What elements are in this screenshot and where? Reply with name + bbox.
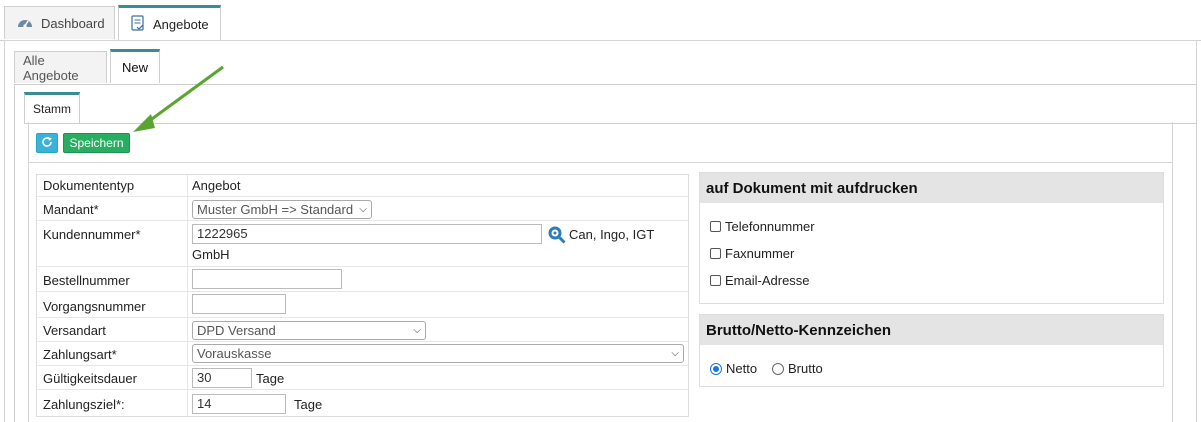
label-zahlungsziel: Zahlungsziel*: — [43, 397, 125, 412]
dashboard-gauge-icon — [17, 15, 33, 32]
row-vorgangsnummer: Vorgangsnummer — [37, 292, 688, 318]
print-options-panel: auf Dokument mit aufdrucken Telefonnumme… — [699, 172, 1164, 304]
row-mandant: Mandant* Muster GmbH => Standard ⌵ — [37, 197, 688, 221]
checkbox-email-adresse-label: Email-Adresse — [725, 273, 810, 288]
bestellnummer-input[interactable] — [192, 269, 342, 289]
radio-brutto[interactable]: Brutto — [772, 361, 823, 376]
search-lookup-icon[interactable] — [547, 225, 566, 247]
checkbox-telefonnummer[interactable]: Telefonnummer — [710, 219, 815, 234]
versandart-select-value: DPD Versand — [197, 323, 276, 338]
chevron-down-icon: ⌵ — [413, 325, 421, 336]
refresh-icon — [41, 135, 53, 151]
label-kundennummer: Kundennummer* — [43, 227, 141, 242]
checkbox-box[interactable] — [710, 221, 721, 232]
label-gueltigkeitsdauer: Gültigkeitsdauer — [43, 371, 137, 386]
row-zahlungsziel: Zahlungsziel*: 14 Tage — [37, 390, 688, 416]
label-versandart: Versandart — [43, 323, 106, 338]
radio-brutto-label: Brutto — [788, 361, 823, 376]
zahlungsart-select-value: Vorauskasse — [197, 346, 272, 361]
row-kundennummer: Kundennummer* 1222965 Can, Ingo, IGT Gmb… — [37, 221, 688, 267]
zahlungsziel-unit: Tage — [294, 397, 323, 412]
checkbox-email-adresse[interactable]: Email-Adresse — [710, 273, 810, 288]
checkbox-faxnummer[interactable]: Faxnummer — [710, 246, 794, 261]
save-button[interactable]: Speichern — [63, 133, 130, 153]
tab-alle-angebote-label: Alle Angebote — [23, 52, 79, 83]
versandart-select[interactable]: DPD Versand ⌵ — [192, 321, 426, 340]
label-mandant: Mandant* — [43, 202, 99, 217]
radio-netto-label: Netto — [726, 361, 758, 376]
customer-name-line2: GmbH — [192, 247, 230, 262]
column-divider — [187, 175, 188, 416]
row-gueltigkeitsdauer: Gültigkeitsdauer 30 Tage — [37, 366, 688, 390]
checkbox-box[interactable] — [710, 275, 721, 286]
refresh-button[interactable] — [36, 133, 58, 153]
row-versandart: Versandart DPD Versand ⌵ — [37, 318, 688, 342]
radio-button[interactable] — [772, 362, 784, 375]
tab-angebote[interactable]: Angebote — [118, 5, 221, 40]
row-dokumententyp: Dokumententyp Angebot — [37, 175, 688, 197]
tab-dashboard[interactable]: Dashboard — [4, 6, 115, 39]
radio-button[interactable] — [710, 362, 722, 375]
label-dokumententyp: Dokumententyp — [43, 178, 135, 193]
brutto-netto-title: Brutto/Netto-Kennzeichen — [700, 315, 1163, 345]
tab-stamm-label: Stamm — [33, 102, 72, 116]
value-dokumententyp: Angebot — [192, 178, 241, 193]
brutto-netto-panel: Brutto/Netto-Kennzeichen Netto Brutto — [699, 314, 1164, 387]
vorgangsnummer-input[interactable] — [192, 294, 286, 314]
kundennummer-input[interactable]: 1222965 — [192, 224, 542, 244]
checkbox-faxnummer-label: Faxnummer — [725, 246, 795, 261]
annotation-arrow-icon — [133, 65, 224, 132]
tab-dashboard-label: Dashboard — [41, 15, 105, 31]
tab-stamm[interactable]: Stamm — [24, 92, 81, 123]
mandant-select[interactable]: Muster GmbH => Standard ⌵ — [192, 200, 372, 219]
zahlungsziel-input[interactable]: 14 — [192, 394, 286, 414]
gueltigkeitsdauer-unit: Tage — [256, 371, 285, 386]
customer-name-line1: Can, Ingo, IGT — [569, 227, 655, 242]
chevron-down-icon: ⌵ — [671, 348, 679, 359]
checkbox-telefonnummer-label: Telefonnummer — [725, 219, 815, 234]
zahlungsart-select[interactable]: Vorauskasse ⌵ — [192, 344, 684, 363]
print-options-title: auf Dokument mit aufdrucken — [700, 173, 1163, 203]
document-form-table: Dokumententyp Angebot Mandant* Muster Gm… — [36, 174, 689, 417]
main-tab-bar: Dashboard Angebote — [0, 5, 1201, 41]
mandant-select-value: Muster GmbH => Standard — [197, 202, 354, 217]
gueltigkeitsdauer-input[interactable]: 30 — [192, 368, 252, 388]
tab-angebote-label: Angebote — [153, 16, 209, 32]
tab-alle-angebote[interactable]: Alle Angebote — [14, 51, 107, 83]
label-vorgangsnummer: Vorgangsnummer — [43, 299, 146, 314]
radio-netto[interactable]: Netto — [710, 361, 757, 376]
row-bestellnummer: Bestellnummer — [37, 267, 688, 292]
label-zahlungsart: Zahlungsart* — [43, 347, 117, 362]
label-bestellnummer: Bestellnummer — [43, 273, 130, 288]
document-check-icon — [131, 14, 145, 34]
checkbox-box[interactable] — [710, 248, 721, 259]
row-zahlungsart: Zahlungsart* Vorauskasse ⌵ — [37, 342, 688, 366]
chevron-down-icon: ⌵ — [359, 204, 367, 215]
